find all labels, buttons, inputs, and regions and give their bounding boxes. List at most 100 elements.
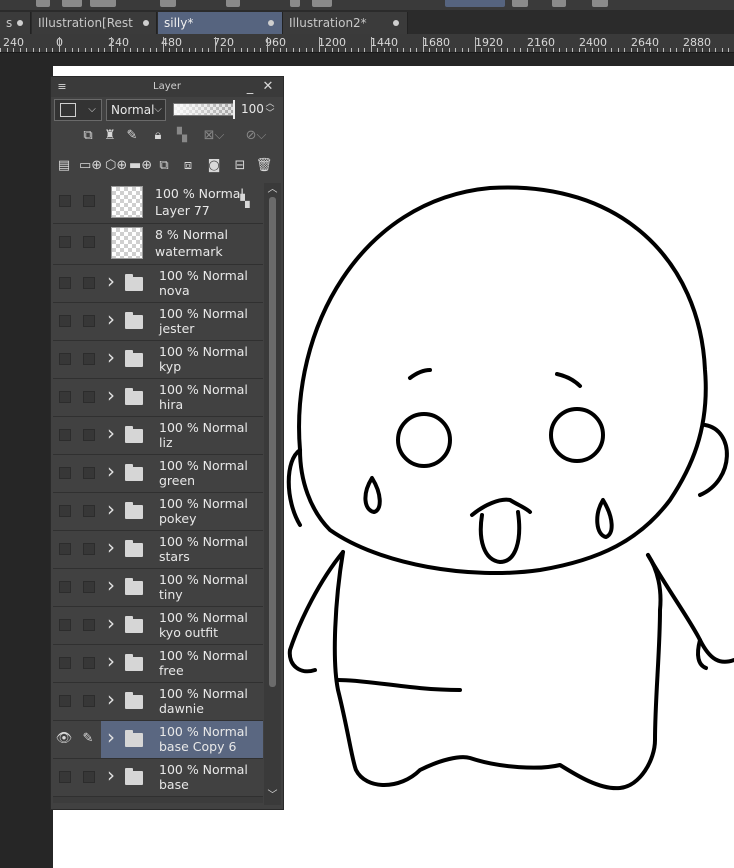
layer-info[interactable]: › 100 % Normal hira bbox=[101, 379, 263, 416]
clip-icon[interactable]: ✎ bbox=[123, 127, 141, 145]
tool-icon[interactable] bbox=[226, 0, 240, 7]
tab-document[interactable]: Illustration2* bbox=[283, 12, 408, 34]
layer-info[interactable]: › 100 % Normal stars bbox=[101, 531, 263, 568]
layer-list-scrollbar[interactable]: ︿ ﹀ bbox=[264, 183, 281, 805]
layer-folder-row[interactable]: › 100 % Normal green bbox=[53, 455, 263, 493]
visibility-toggle[interactable] bbox=[59, 195, 71, 207]
opacity-slider[interactable] bbox=[173, 103, 235, 116]
tool-icon[interactable] bbox=[512, 0, 528, 7]
tool-icon[interactable] bbox=[312, 0, 332, 7]
layer-folder-row[interactable]: › 100 % Normal base bbox=[53, 759, 263, 797]
layer-info[interactable]: › 100 % Normal nova bbox=[101, 265, 263, 302]
blend-mode-select[interactable]: Normal ⌵ bbox=[106, 99, 166, 121]
layer-panel-titlebar[interactable]: ≡ Layer _ ✕ bbox=[51, 77, 283, 97]
chevron-right-icon[interactable]: › bbox=[107, 499, 115, 519]
layer-folder-row[interactable]: 👁︎ ✎ › 100 % Normal base Copy 6 bbox=[53, 721, 263, 759]
layer-folder-row[interactable]: › 100 % Normal free bbox=[53, 645, 263, 683]
layer-info[interactable]: › 100 % Normal base Copy 6 bbox=[101, 721, 263, 758]
scrollbar-thumb[interactable] bbox=[269, 197, 276, 687]
draft-layer-icon[interactable]: ♜ bbox=[101, 127, 119, 145]
layer-folder-row[interactable]: › 100 % Normal kyp bbox=[53, 341, 263, 379]
visibility-toggle[interactable] bbox=[59, 353, 71, 365]
edit-target-toggle[interactable] bbox=[83, 619, 95, 631]
layer-info[interactable]: › 100 % Normal green bbox=[101, 455, 263, 492]
tab-document[interactable]: s bbox=[0, 12, 31, 34]
visibility-toggle[interactable] bbox=[59, 505, 71, 517]
tool-icon[interactable] bbox=[592, 0, 608, 7]
apply-mask-icon[interactable]: ⊟ bbox=[229, 157, 251, 175]
combine-layer-icon[interactable]: ⧈ bbox=[179, 157, 197, 175]
layer-color-dropdown[interactable]: ⌵ bbox=[54, 99, 102, 121]
layer-info[interactable]: › 100 % Normal tiny bbox=[101, 569, 263, 606]
visibility-toggle[interactable] bbox=[59, 581, 71, 593]
edit-target-toggle[interactable] bbox=[83, 236, 95, 248]
visibility-toggle[interactable] bbox=[59, 543, 71, 555]
layer-row[interactable]: 100 % Normal Layer 77 ▚ bbox=[53, 183, 263, 224]
transfer-layer-icon[interactable]: ⧉ bbox=[155, 157, 173, 175]
chevron-right-icon[interactable]: › bbox=[107, 423, 115, 443]
layer-info[interactable]: › 100 % Normal liz bbox=[101, 417, 263, 454]
edit-target-toggle[interactable] bbox=[83, 467, 95, 479]
layer-folder-row[interactable]: › 100 % Normal liz bbox=[53, 417, 263, 455]
pen-icon[interactable]: ✎ bbox=[79, 730, 97, 748]
tab-document[interactable]: Illustration[Rest bbox=[32, 12, 157, 34]
chevron-right-icon[interactable]: › bbox=[107, 385, 115, 405]
edit-target-toggle[interactable] bbox=[83, 429, 95, 441]
edit-target-toggle[interactable] bbox=[83, 195, 95, 207]
eye-icon[interactable]: 👁︎ bbox=[55, 730, 73, 748]
layer-info[interactable]: › 100 % Normal pokey bbox=[101, 493, 263, 530]
edit-target-toggle[interactable] bbox=[83, 391, 95, 403]
new-folder-icon[interactable]: ▬⊕ bbox=[129, 157, 152, 175]
layer-folder-row[interactable]: › 100 % Normal pokey bbox=[53, 493, 263, 531]
layer-info[interactable]: › 100 % Normal jester bbox=[101, 303, 263, 340]
lock-transparency-icon[interactable]: ▚ bbox=[173, 127, 191, 145]
edit-target-toggle[interactable] bbox=[83, 695, 95, 707]
scroll-down-icon[interactable]: ﹀ bbox=[266, 787, 279, 805]
edit-target-toggle[interactable] bbox=[83, 543, 95, 555]
chevron-right-icon[interactable]: › bbox=[107, 613, 115, 633]
visibility-toggle[interactable] bbox=[59, 277, 71, 289]
edit-target-toggle[interactable] bbox=[83, 505, 95, 517]
layer-folder-row[interactable]: › 100 % Normal kyo outfit bbox=[53, 607, 263, 645]
visibility-toggle[interactable] bbox=[59, 619, 71, 631]
visibility-toggle[interactable] bbox=[59, 236, 71, 248]
tab-document-active[interactable]: silly* bbox=[158, 12, 283, 34]
layer-folder-row[interactable]: › 100 % Normal dawnie bbox=[53, 683, 263, 721]
visibility-toggle[interactable] bbox=[59, 467, 71, 479]
layer-folder-row[interactable]: › 100 % Normal nova bbox=[53, 265, 263, 303]
layer-folder-row[interactable]: › 100 % Normal tiny bbox=[53, 569, 263, 607]
reference-layer-icon[interactable]: ⧉ bbox=[79, 127, 97, 145]
chevron-right-icon[interactable]: › bbox=[107, 271, 115, 291]
tool-icon[interactable] bbox=[290, 0, 300, 7]
tab-close-dot[interactable] bbox=[268, 20, 274, 26]
layer-info[interactable]: › 100 % Normal free bbox=[101, 645, 263, 682]
visibility-toggle[interactable] bbox=[59, 771, 71, 783]
visibility-toggle[interactable] bbox=[59, 657, 71, 669]
layer-folder-row[interactable]: › 100 % Normal hira bbox=[53, 379, 263, 417]
chevron-right-icon[interactable]: › bbox=[107, 347, 115, 367]
tool-icon[interactable] bbox=[160, 0, 176, 7]
minimize-icon[interactable]: _ bbox=[243, 79, 257, 97]
chevron-right-icon[interactable]: › bbox=[107, 537, 115, 557]
edit-target-toggle[interactable] bbox=[83, 353, 95, 365]
tool-icon[interactable] bbox=[90, 0, 116, 7]
opacity-value[interactable]: 100 bbox=[241, 102, 264, 116]
lock-icon[interactable]: 🔒︎ bbox=[149, 127, 167, 145]
new-raster-layer-icon[interactable]: ▭⊕ bbox=[79, 157, 102, 175]
layer-info[interactable]: › 100 % Normal base bbox=[101, 759, 263, 796]
chevron-right-icon[interactable]: › bbox=[107, 727, 115, 747]
visibility-toggle[interactable] bbox=[59, 391, 71, 403]
close-icon[interactable]: ✕ bbox=[261, 78, 275, 96]
layer-info[interactable]: 8 % Normal watermark bbox=[101, 224, 263, 264]
chevron-right-icon[interactable]: › bbox=[107, 309, 115, 329]
ruler-mask-icon[interactable]: ⊘⌵ bbox=[243, 127, 269, 145]
tool-icon[interactable] bbox=[62, 0, 82, 7]
layer-info[interactable]: › 100 % Normal kyo outfit bbox=[101, 607, 263, 644]
layer-info[interactable]: › 100 % Normal dawnie bbox=[101, 683, 263, 720]
chevron-right-icon[interactable]: › bbox=[107, 461, 115, 481]
mask-icon[interactable]: ⊠⌵ bbox=[201, 127, 227, 145]
visibility-toggle[interactable] bbox=[59, 429, 71, 441]
opacity-slider-handle[interactable] bbox=[233, 100, 235, 119]
tool-icon[interactable] bbox=[445, 0, 505, 7]
edit-target-toggle[interactable] bbox=[83, 657, 95, 669]
